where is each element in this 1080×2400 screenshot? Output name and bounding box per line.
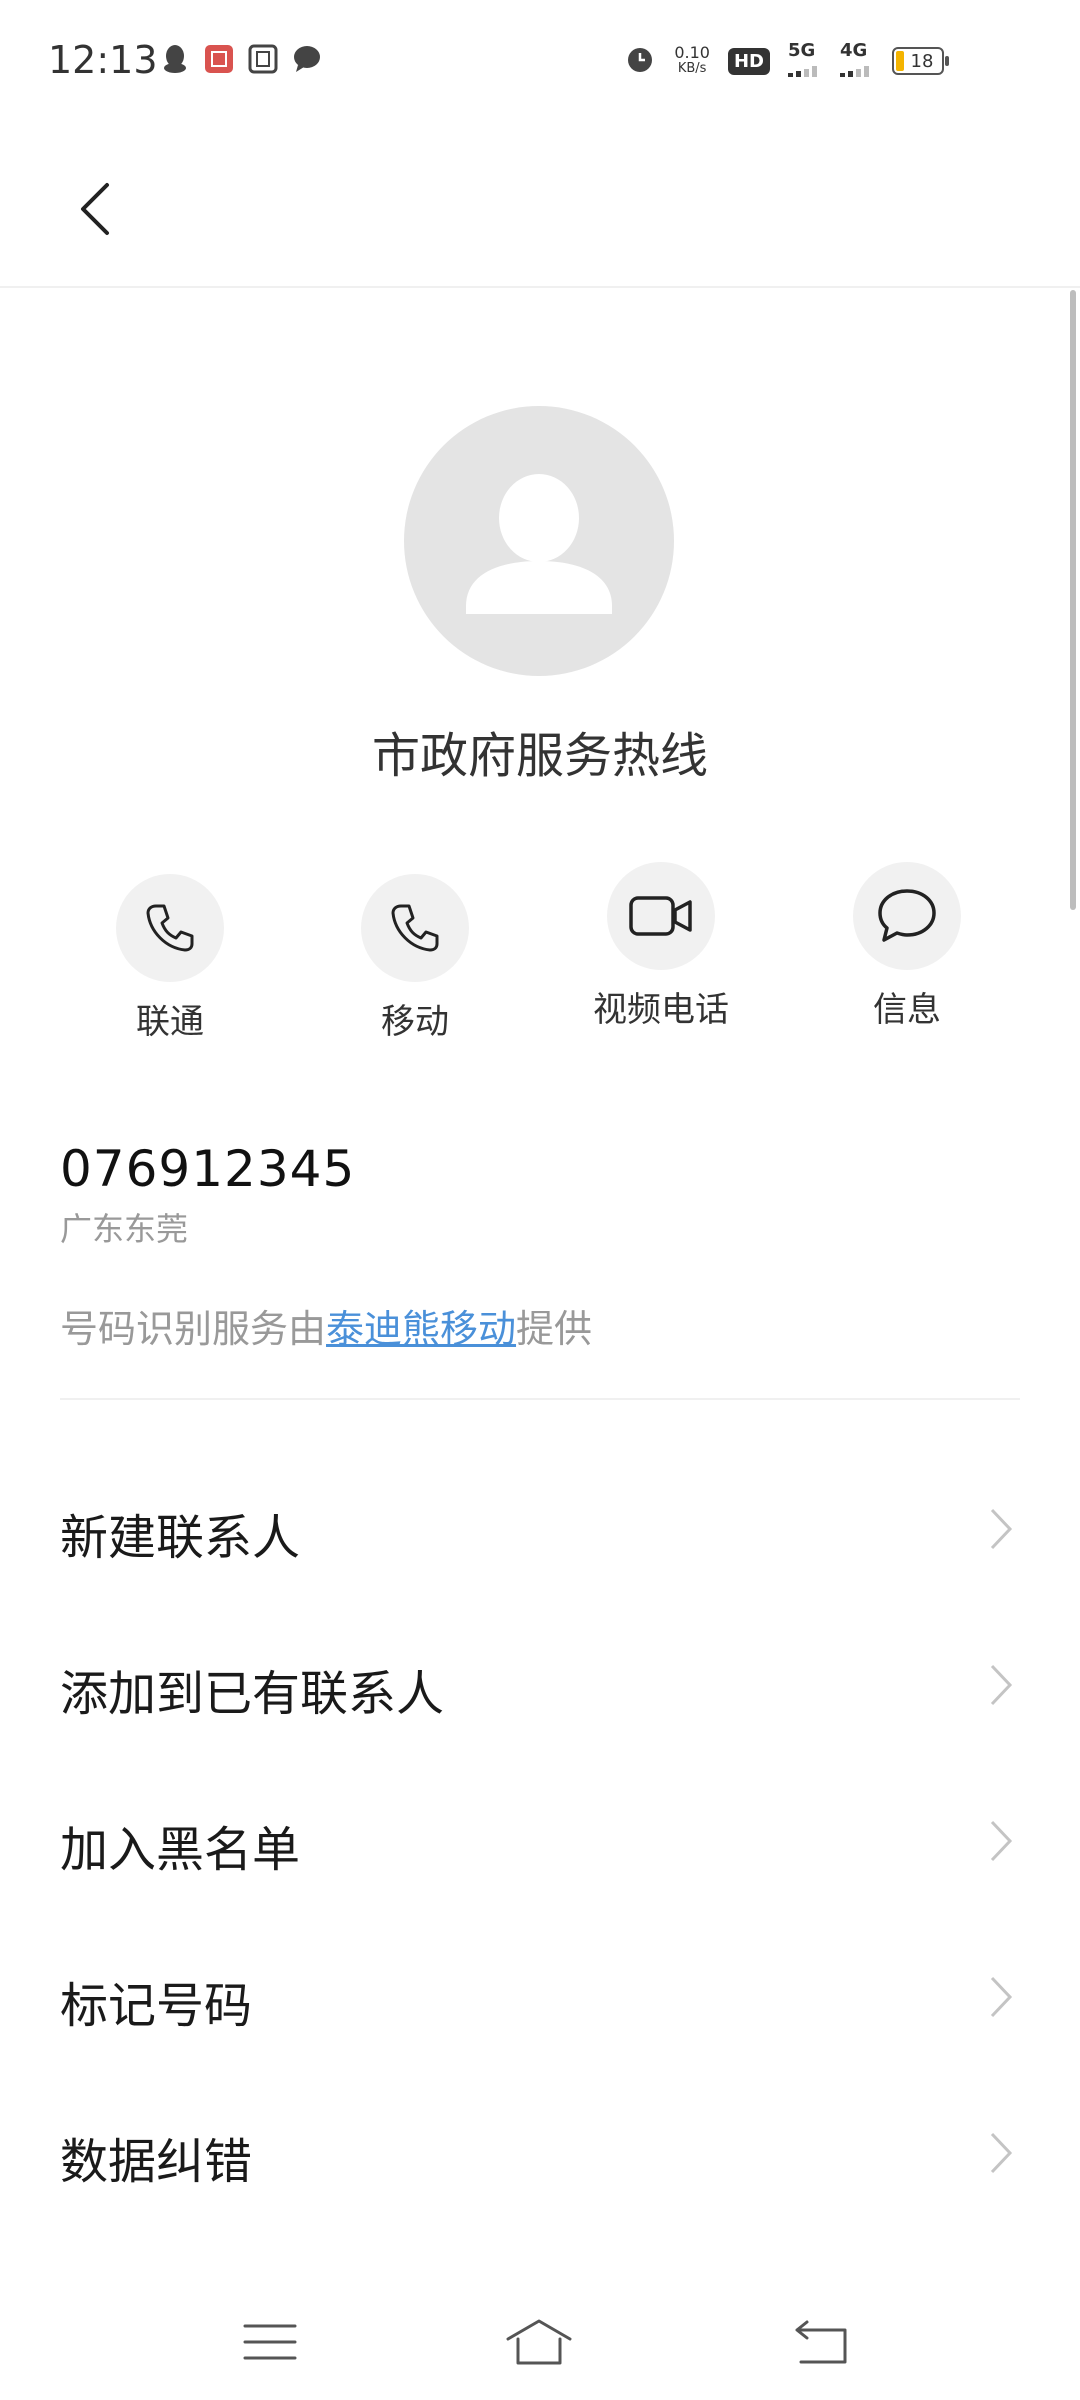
contact-avatar (404, 406, 674, 676)
video-call-button[interactable]: 视频电话 (561, 862, 761, 1031)
back-button[interactable] (60, 174, 130, 244)
nav-back-button[interactable] (786, 2312, 856, 2372)
qq-penguin-icon (160, 44, 190, 74)
menu-data-correction[interactable]: 数据纠错 (0, 2074, 1080, 2230)
chevron-right-icon (990, 1664, 1013, 1706)
menu-item-label: 加入黑名单 (60, 1822, 301, 1878)
phone-icon (391, 904, 439, 952)
app-notification-icon (204, 44, 234, 74)
status-time: 12:13 (48, 38, 158, 82)
back-arrow-icon (81, 183, 109, 235)
system-nav-bar (0, 2286, 1080, 2400)
menu-item-label: 标记号码 (60, 1978, 253, 2034)
call-mobile-button[interactable]: 移动 (315, 874, 515, 1043)
return-arrow-icon (795, 2320, 847, 2364)
action-label: 联通 (136, 1002, 204, 1042)
divider (60, 1398, 1020, 1400)
menu-item-label: 新建联系人 (60, 1510, 301, 1566)
chevron-right-icon (990, 1976, 1013, 2018)
alarm-icon (624, 43, 656, 79)
chevron-right-icon (990, 2132, 1013, 2174)
chat-bubble-icon (292, 44, 322, 74)
scrollbar[interactable] (1070, 290, 1076, 910)
notification-icons (160, 44, 322, 74)
status-bar: 12:13 0.10 KB/s HD 5G 4G 18 (0, 0, 1080, 124)
signal-4g-icon: 4G (840, 40, 874, 82)
phone-number[interactable]: 076912345 (60, 1140, 355, 1198)
quick-actions: 联通 移动 视频电话 信息 (0, 862, 1080, 1042)
menu-lines-icon (243, 2324, 297, 2360)
network-speed: 0.10 KB/s (674, 43, 710, 77)
menu-add-to-existing-contact[interactable]: 添加到已有联系人 (0, 1606, 1080, 1762)
contact-name: 市政府服务热线 (371, 728, 708, 784)
document-app-icon (248, 44, 278, 74)
hd-voice-badge: HD (727, 47, 770, 75)
identification-provider-text: 号码识别服务由泰迪熊移动提供 (60, 1307, 593, 1351)
action-label: 视频电话 (593, 990, 729, 1030)
action-label: 信息 (873, 990, 941, 1030)
battery-icon: 18 (892, 47, 949, 75)
top-app-bar (0, 124, 1080, 288)
menu-item-label: 添加到已有联系人 (60, 1666, 445, 1722)
nav-home-button[interactable] (504, 2312, 574, 2372)
provider-link[interactable]: 泰迪熊移动 (326, 1307, 516, 1351)
signal-5g-icon: 5G (788, 40, 822, 82)
chevron-right-icon (990, 1820, 1013, 1862)
menu-add-to-blacklist[interactable]: 加入黑名单 (0, 1762, 1080, 1918)
chevron-right-icon (990, 1508, 1013, 1550)
menu-item-label: 数据纠错 (60, 2134, 253, 2190)
video-camera-icon (629, 896, 692, 936)
menu-mark-number[interactable]: 标记号码 (0, 1918, 1080, 2074)
message-icon (878, 889, 936, 942)
menu-new-contact[interactable]: 新建联系人 (0, 1450, 1080, 1606)
call-unicom-button[interactable]: 联通 (70, 874, 270, 1043)
home-icon (506, 2319, 572, 2365)
message-button[interactable]: 信息 (807, 862, 1007, 1031)
action-label: 移动 (381, 1002, 449, 1042)
phone-icon (146, 904, 194, 952)
person-silhouette-icon (466, 474, 612, 614)
status-right-group: 0.10 KB/s HD 5G 4G 18 (624, 40, 949, 82)
number-location: 广东东莞 (60, 1210, 189, 1248)
nav-menu-button[interactable] (235, 2312, 305, 2372)
